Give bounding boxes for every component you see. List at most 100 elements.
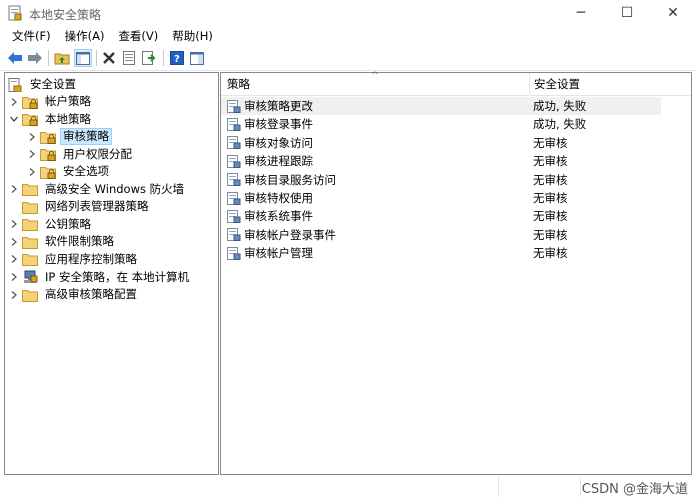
policy-item-icon	[227, 191, 241, 205]
tree-item[interactable]: 公钥策略	[9, 216, 94, 233]
tree-expander[interactable]	[9, 272, 19, 282]
help-icon: ?	[170, 51, 184, 65]
watermark: CSDN @金海大道	[581, 482, 688, 497]
security-setting-value: 无审核	[533, 191, 568, 205]
tree-item[interactable]: 软件限制策略	[9, 233, 117, 250]
column-header-setting[interactable]: 安全设置	[530, 73, 691, 96]
menu-action[interactable]: 操作(A)	[58, 27, 112, 46]
tree-expander[interactable]	[9, 254, 19, 264]
list-row[interactable]: 审核帐户登录事件 无审核	[221, 226, 661, 244]
list-pane[interactable]: ^ 策略 安全设置 审核策略更改 成功, 失败 审核登录事件 成功, 失败 审核对象访问…	[220, 71, 692, 475]
folder-lock-icon	[40, 165, 56, 179]
tree-expander[interactable]	[9, 237, 19, 247]
list-row[interactable]: 审核特权使用 无审核	[221, 189, 661, 207]
console-view-icon	[190, 51, 204, 65]
chevron-right-icon	[11, 220, 17, 229]
tree-expander[interactable]	[9, 219, 19, 229]
window-title: 本地安全策略	[29, 8, 102, 22]
policy-item-icon	[227, 136, 241, 150]
tree-root[interactable]: 安全设置	[7, 76, 79, 93]
policy-item-icon	[227, 99, 241, 113]
tree-expander[interactable]	[27, 167, 37, 177]
console-view-button[interactable]	[188, 49, 206, 67]
tree-expander[interactable]	[27, 149, 37, 159]
tree-expander[interactable]	[9, 290, 19, 300]
tree-item[interactable]: 网络列表管理器策略	[9, 198, 152, 215]
tree-item[interactable]: 应用程序控制策略	[9, 251, 140, 268]
tree-expander[interactable]	[9, 184, 19, 194]
menu-view[interactable]: 查看(V)	[111, 27, 165, 46]
up-folder-icon	[54, 53, 70, 65]
list-row[interactable]: 审核进程跟踪 无审核	[221, 152, 661, 170]
toolbar-separator	[96, 50, 97, 66]
title-bar: 本地安全策略 ─ ☐ ✕	[0, 0, 696, 26]
chevron-right-icon	[29, 167, 35, 176]
folder-icon	[22, 252, 38, 267]
export-list-button[interactable]	[140, 49, 158, 67]
properties-icon	[123, 51, 135, 65]
tree-root-label: 安全设置	[30, 77, 76, 91]
list-row[interactable]: 审核目录服务访问 无审核	[221, 171, 661, 189]
security-setting-value: 成功, 失败	[533, 117, 587, 132]
security-setting-value: 无审核	[533, 154, 568, 169]
tree-item-selected[interactable]: 审核策略	[27, 128, 112, 146]
folder-icon	[22, 217, 38, 232]
policy-name: 审核帐户登录事件	[244, 227, 336, 242]
tree-pane[interactable]: 安全设置 帐户策略 本地策略 审核策略 用户权限分配 安全选项高级安全 Windows …	[4, 72, 219, 475]
svg-text:?: ?	[174, 54, 180, 65]
security-setting-value: 无审核	[533, 172, 568, 187]
toolbar: ?	[0, 47, 696, 71]
tree-expander[interactable]	[27, 132, 37, 142]
policy-cell: 审核帐户登录事件	[227, 227, 336, 243]
column-header-policy[interactable]: ^ 策略	[221, 71, 529, 96]
tree-item[interactable]: 高级审核策略配置	[9, 286, 140, 303]
delete-button[interactable]	[100, 49, 118, 67]
help-button[interactable]: ?	[168, 49, 186, 67]
security-setting-value: 无审核	[533, 227, 568, 242]
folder-lock-glyph	[22, 96, 38, 109]
tree-expander-spacer	[9, 202, 19, 212]
back-button[interactable]	[6, 49, 24, 67]
policy-item-icon	[227, 154, 241, 168]
properties-button[interactable]	[120, 49, 138, 67]
close-icon: ✕	[667, 5, 679, 21]
maximize-button[interactable]: ☐	[604, 0, 650, 26]
tree-item[interactable]: 用户权限分配	[27, 146, 135, 163]
list-row[interactable]: 审核系统事件 无审核	[221, 207, 661, 225]
forward-button[interactable]	[26, 49, 44, 67]
policy-cell: 审核对象访问	[227, 135, 313, 151]
menu-help[interactable]: 帮助(H)	[165, 27, 220, 46]
tree-item[interactable]: IP 安全策略，在 本地计算机	[9, 269, 192, 286]
list-row[interactable]: 审核策略更改 成功, 失败	[221, 97, 661, 115]
tree-expander[interactable]	[9, 114, 19, 124]
up-folder-button[interactable]	[53, 49, 71, 67]
security-setting-value: 成功, 失败	[533, 99, 587, 113]
security-setting-value: 无审核	[533, 209, 568, 224]
chevron-right-icon	[11, 185, 17, 194]
tree-item-label: 安全选项	[63, 164, 109, 179]
tree-item[interactable]: 本地策略	[9, 111, 94, 128]
folder-glyph	[22, 201, 38, 214]
tree-item-label: 用户权限分配	[63, 146, 132, 161]
tree-expander[interactable]	[9, 97, 19, 107]
list-row[interactable]: 审核帐户管理 无审核	[221, 244, 661, 262]
tree-item-label: 软件限制策略	[45, 234, 114, 249]
list-row[interactable]: 审核登录事件 成功, 失败	[221, 115, 661, 133]
tree-item[interactable]: 帐户策略	[9, 93, 94, 110]
minimize-button[interactable]: ─	[558, 0, 604, 26]
close-button[interactable]: ✕	[650, 0, 696, 26]
folder-lock-glyph	[40, 166, 56, 179]
menu-file[interactable]: 文件(F)	[5, 27, 58, 46]
folder-glyph	[22, 254, 38, 267]
show-hide-tree-button[interactable]	[74, 49, 92, 67]
tree-item-label: 公钥策略	[45, 216, 91, 231]
policy-name: 审核对象访问	[244, 135, 313, 150]
folder-lock-icon	[22, 112, 38, 127]
list-row[interactable]: 审核对象访问 无审核	[221, 134, 661, 152]
ip-security-icon	[22, 270, 38, 284]
tree-item-label: 审核策略	[60, 128, 112, 146]
tree-item[interactable]: 安全选项	[27, 163, 112, 180]
minimize-icon: ─	[576, 5, 586, 21]
tree-item-label: IP 安全策略，在 本地计算机	[45, 269, 190, 284]
tree-item[interactable]: 高级安全 Windows 防火墙	[9, 181, 187, 198]
